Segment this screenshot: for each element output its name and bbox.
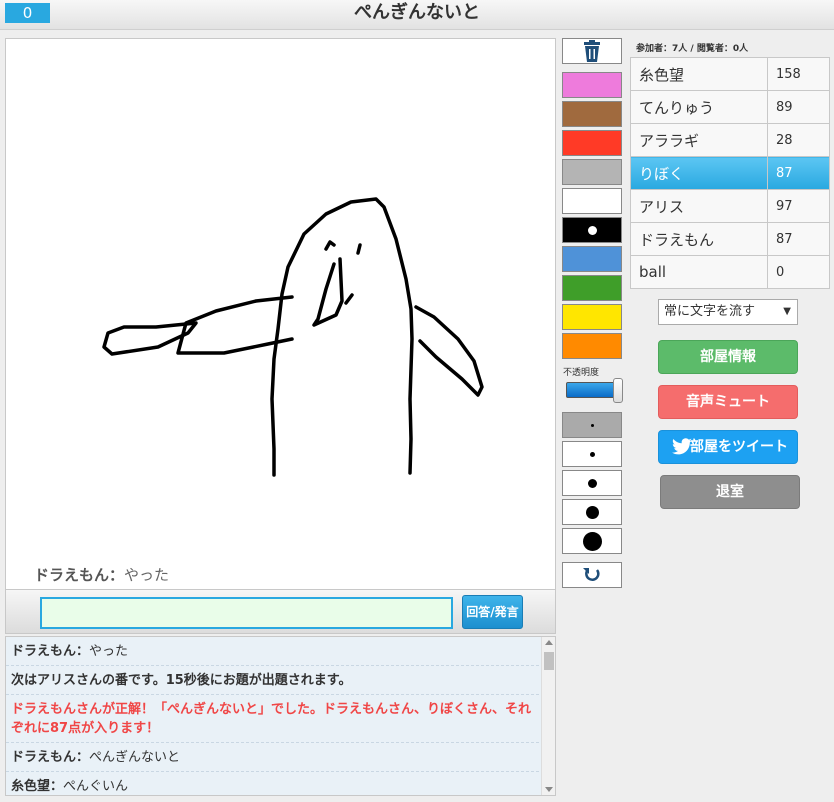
color-swatch-selected[interactable] bbox=[562, 217, 622, 243]
exit-room-button[interactable]: 退室 bbox=[660, 475, 800, 509]
player-name: アリス bbox=[630, 189, 768, 223]
chat-line-system: 次はアリスさんの番です。15秒後にお題が出題されます。 bbox=[6, 666, 539, 695]
player-name: アララギ bbox=[630, 123, 768, 157]
color-swatch[interactable] bbox=[562, 130, 622, 156]
chat-line: 糸色望：ぺんぐいん bbox=[6, 772, 539, 795]
player-name: ドラえもん bbox=[630, 222, 768, 256]
drawing-canvas[interactable]: ドラえもん：やった bbox=[5, 38, 556, 590]
brush-size-3[interactable] bbox=[562, 470, 622, 496]
chat-text: ぺんぐいん bbox=[63, 779, 129, 794]
text-scroll-select[interactable]: 常に文字を流す ▼ bbox=[658, 299, 798, 325]
color-swatch[interactable] bbox=[562, 72, 622, 98]
brush-size-4[interactable] bbox=[562, 499, 622, 525]
participant-counts: 参加者：7人 / 閲覧者：0人 bbox=[636, 44, 749, 54]
player-score: 0 bbox=[767, 255, 830, 289]
brush-dot-icon bbox=[590, 452, 595, 457]
twitter-bird-icon bbox=[672, 438, 692, 455]
chat-scrollbar[interactable] bbox=[541, 637, 555, 795]
top-bar: 0 ぺんぎんないと bbox=[0, 0, 834, 30]
player-name: りぼく bbox=[630, 156, 768, 190]
canvas-overlay-message: ドラえもん：やった bbox=[34, 564, 169, 585]
opacity-slider[interactable] bbox=[566, 378, 623, 403]
brush-dot-icon bbox=[586, 506, 599, 519]
chat-name: 糸色望： bbox=[11, 779, 64, 794]
player-score: 89 bbox=[767, 90, 830, 124]
chat-text: やった bbox=[89, 644, 129, 659]
chat-text: 次はアリスさんの番です。15秒後にお題が出題されます。 bbox=[11, 673, 352, 688]
answer-input[interactable] bbox=[40, 597, 453, 629]
color-swatch[interactable] bbox=[562, 101, 622, 127]
brush-size-5[interactable] bbox=[562, 528, 622, 554]
scroll-up-arrow-icon[interactable] bbox=[545, 640, 553, 645]
trash-icon bbox=[584, 40, 600, 62]
player-row: ball 0 bbox=[630, 255, 830, 289]
chat-name: ドラえもん： bbox=[11, 750, 90, 765]
brush-size-1[interactable] bbox=[562, 412, 622, 438]
brush-dot-icon bbox=[583, 532, 602, 551]
color-swatch[interactable] bbox=[562, 159, 622, 185]
chat-name: ドラえもん： bbox=[11, 644, 90, 659]
player-name: ball bbox=[630, 255, 768, 289]
answer-bar: 回答/発言 bbox=[5, 590, 556, 634]
player-score-table: 糸色望 158 てんりゅう 89 アララギ 28 りぼく 87 アリス 97 ドラえもん 8… bbox=[630, 57, 830, 289]
penguin-drawing bbox=[102, 197, 484, 477]
dropdown-arrow-icon: ▼ bbox=[783, 306, 791, 317]
color-swatch[interactable] bbox=[562, 333, 622, 359]
clear-canvas-button[interactable] bbox=[562, 38, 622, 64]
opacity-handle[interactable] bbox=[613, 378, 623, 403]
scroll-thumb[interactable] bbox=[544, 652, 554, 670]
brush-dot-icon bbox=[588, 479, 597, 488]
player-score: 158 bbox=[767, 57, 830, 91]
player-row: アララギ 28 bbox=[630, 123, 830, 157]
tweet-button[interactable]: 部屋をツイート bbox=[658, 430, 798, 464]
player-name: てんりゅう bbox=[630, 90, 768, 124]
overlay-name: ドラえもん： bbox=[34, 566, 125, 584]
undo-button[interactable] bbox=[562, 562, 622, 588]
mute-button[interactable]: 音声ミュート bbox=[658, 385, 798, 419]
send-button[interactable]: 回答/発言 bbox=[462, 595, 523, 629]
color-swatch[interactable] bbox=[562, 246, 622, 272]
player-row-active: りぼく 87 bbox=[630, 156, 830, 190]
brush-size-2[interactable] bbox=[562, 441, 622, 467]
color-swatch[interactable] bbox=[562, 304, 622, 330]
chat-log[interactable]: ドラえもん：やった 次はアリスさんの番です。15秒後にお題が出題されます。 ドラ… bbox=[5, 636, 556, 796]
chat-text: ドラえもんさんが正解！「ぺんぎんないと」でした。ドラえもんさん、りぼくさん、それ… bbox=[11, 702, 532, 736]
chat-line: ドラえもん：やった bbox=[6, 637, 539, 666]
scroll-down-arrow-icon[interactable] bbox=[545, 787, 553, 792]
player-score: 87 bbox=[767, 156, 830, 190]
player-score: 97 bbox=[767, 189, 830, 223]
chat-line: ドラえもん：ぺんぎんないと bbox=[6, 743, 539, 772]
opacity-track[interactable] bbox=[566, 382, 618, 398]
chat-text: ぺんぎんないと bbox=[89, 750, 181, 765]
room-info-button[interactable]: 部屋情報 bbox=[658, 340, 798, 374]
player-row: 糸色望 158 bbox=[630, 57, 830, 91]
player-score: 28 bbox=[767, 123, 830, 157]
brush-dot-icon bbox=[591, 424, 594, 427]
color-swatch[interactable] bbox=[562, 188, 622, 214]
player-row: ドラえもん 87 bbox=[630, 222, 830, 256]
selected-indicator bbox=[588, 226, 597, 235]
opacity-label: 不透明度 bbox=[563, 368, 600, 378]
undo-icon bbox=[583, 568, 600, 581]
color-swatch[interactable] bbox=[562, 275, 622, 301]
player-score: 87 bbox=[767, 222, 830, 256]
overlay-text: やった bbox=[124, 566, 170, 584]
select-value: 常に文字を流す bbox=[664, 304, 756, 319]
page-title: ぺんぎんないと bbox=[354, 2, 480, 23]
player-row: てんりゅう 89 bbox=[630, 90, 830, 124]
player-name: 糸色望 bbox=[630, 57, 768, 91]
chat-line-correct: ドラえもんさんが正解！「ぺんぎんないと」でした。ドラえもんさん、りぼくさん、それ… bbox=[6, 695, 539, 743]
player-row: アリス 97 bbox=[630, 189, 830, 223]
